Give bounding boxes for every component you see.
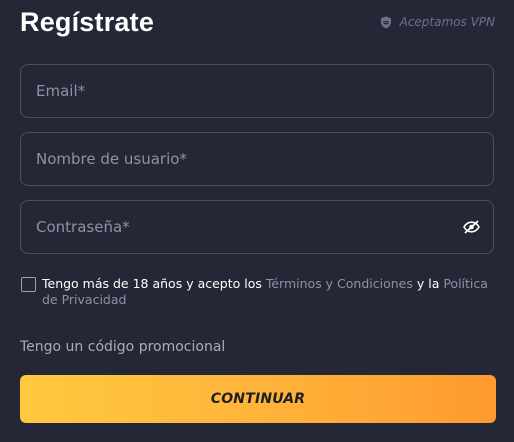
promo-code-toggle[interactable]: Tengo un código promocional xyxy=(20,339,225,355)
password-input[interactable] xyxy=(36,218,461,236)
terms-text: Tengo más de 18 años y acepto los Términ… xyxy=(42,276,495,308)
email-input[interactable] xyxy=(36,82,481,100)
terms-row: Tengo más de 18 años y acepto los Términ… xyxy=(21,276,495,308)
page-title: Regístrate xyxy=(20,7,155,37)
vpn-label: Aceptamos VPN xyxy=(399,15,495,29)
terms-text-middle: y la xyxy=(412,276,444,291)
age-terms-checkbox[interactable] xyxy=(21,277,36,292)
password-field[interactable] xyxy=(20,200,494,254)
terms-link[interactable]: Términos y Condiciones xyxy=(266,276,413,291)
vpn-notice: Aceptamos VPN xyxy=(380,15,495,29)
continue-button[interactable]: CONTINUAR xyxy=(20,375,496,423)
username-field[interactable] xyxy=(20,132,494,186)
eye-slash-icon[interactable] xyxy=(461,217,481,237)
terms-text-before: Tengo más de 18 años y acepto los xyxy=(42,276,266,291)
email-field[interactable] xyxy=(20,64,494,118)
shield-icon xyxy=(380,16,392,29)
username-input[interactable] xyxy=(36,150,481,168)
